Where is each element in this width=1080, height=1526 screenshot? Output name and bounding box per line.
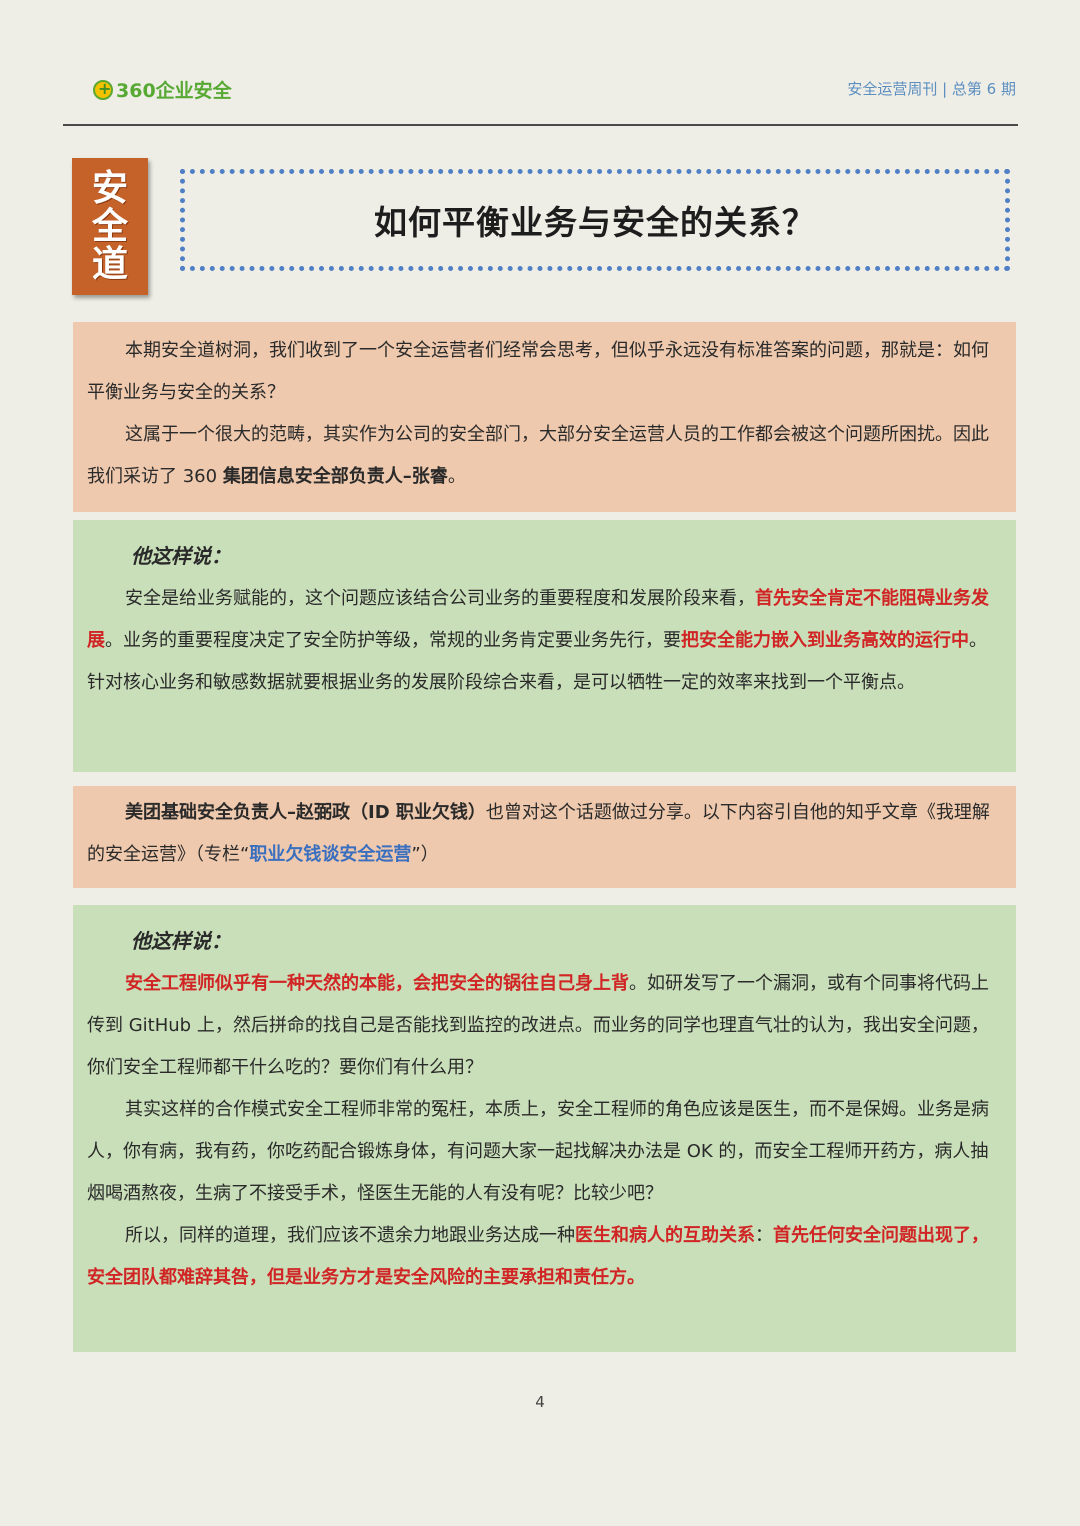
logo-plus-icon [93,79,113,100]
highlight-text: 安全工程师似乎有一种天然的本能，会把安全的锅往自己身上背 [125,973,629,994]
intro-panel-2: 美团基础安全负责人–赵弼政（ID 职业欠钱）也曾对这个话题做过分享。以下内容引自… [73,786,1016,888]
highlight-text: 医生和病人的互助关系 [575,1225,755,1246]
page-number: 4 [535,1393,545,1411]
quote-text: ： [755,1225,773,1246]
badge-char: 安 [91,167,128,209]
issue-label: 安全运营周刊 | 总第 6 期 [847,80,1016,98]
quote-paragraph: 安全工程师似乎有一种天然的本能，会把安全的锅往自己身上背。如研发写了一个漏洞，或… [87,963,1002,1089]
section-badge: 安 全 道 [72,158,148,295]
highlight-text: 把安全能力嵌入到业务高效的运行中 [681,630,969,651]
intro-paragraph: 这属于一个很大的范畴，其实作为公司的安全部门，大部分安全运营人员的工作都会被这个… [87,414,1002,498]
brand-logo: 360企业安全 [93,76,232,103]
quote-text: 安全是给业务赋能的，这个问题应该结合公司业务的重要程度和发展阶段来看， [125,588,755,609]
quote-panel-1: 他这样说： 安全是给业务赋能的，这个问题应该结合公司业务的重要程度和发展阶段来看… [73,520,1016,772]
quote-paragraph: 安全是给业务赋能的，这个问题应该结合公司业务的重要程度和发展阶段来看，首先安全肯… [87,578,1002,704]
quote-text: 所以，同样的道理，我们应该不遗余力地跟业务达成一种 [125,1225,575,1246]
intro-text: ”） [411,844,439,865]
badge-char: 道 [91,243,128,285]
quote-paragraph: 其实这样的合作模式安全工程师非常的冤枉，本质上，安全工程师的角色应该是医生，而不… [87,1099,989,1204]
interviewee-name: 集团信息安全部负责人–张睿 [222,466,448,487]
title-frame: 如何平衡业务与安全的关系？ [180,169,1010,271]
quote-heading: 他这样说： [131,929,231,953]
intro-panel: 本期安全道树洞，我们收到了一个安全运营者们经常会思考，但似乎永远没有标准答案的问… [73,322,1016,512]
quote-panel-2: 他这样说： 安全工程师似乎有一种天然的本能，会把安全的锅往自己身上背。如研发写了… [73,905,1016,1352]
intro-paragraph: 美团基础安全负责人–赵弼政（ID 职业欠钱）也曾对这个话题做过分享。以下内容引自… [87,792,1002,876]
intro-paragraph: 本期安全道树洞，我们收到了一个安全运营者们经常会思考，但似乎永远没有标准答案的问… [87,340,989,403]
speaker-name: 美团基础安全负责人–赵弼政（ID 职业欠钱） [125,802,486,823]
intro-text: 。 [447,466,466,487]
logo-text: 360企业安全 [116,80,232,102]
badge-char: 全 [91,205,128,247]
quote-heading: 他这样说： [131,544,231,568]
quote-text: 。业务的重要程度决定了安全防护等级，常规的业务肯定要业务先行，要 [105,630,681,651]
column-link[interactable]: 职业欠钱谈安全运营 [249,844,411,865]
page-header: 360企业安全 安全运营周刊 | 总第 6 期 [63,70,1018,126]
article-title: 如何平衡业务与安全的关系？ [374,203,816,242]
quote-paragraph: 所以，同样的道理，我们应该不遗余力地跟业务达成一种医生和病人的互助关系：首先任何… [87,1215,1002,1299]
